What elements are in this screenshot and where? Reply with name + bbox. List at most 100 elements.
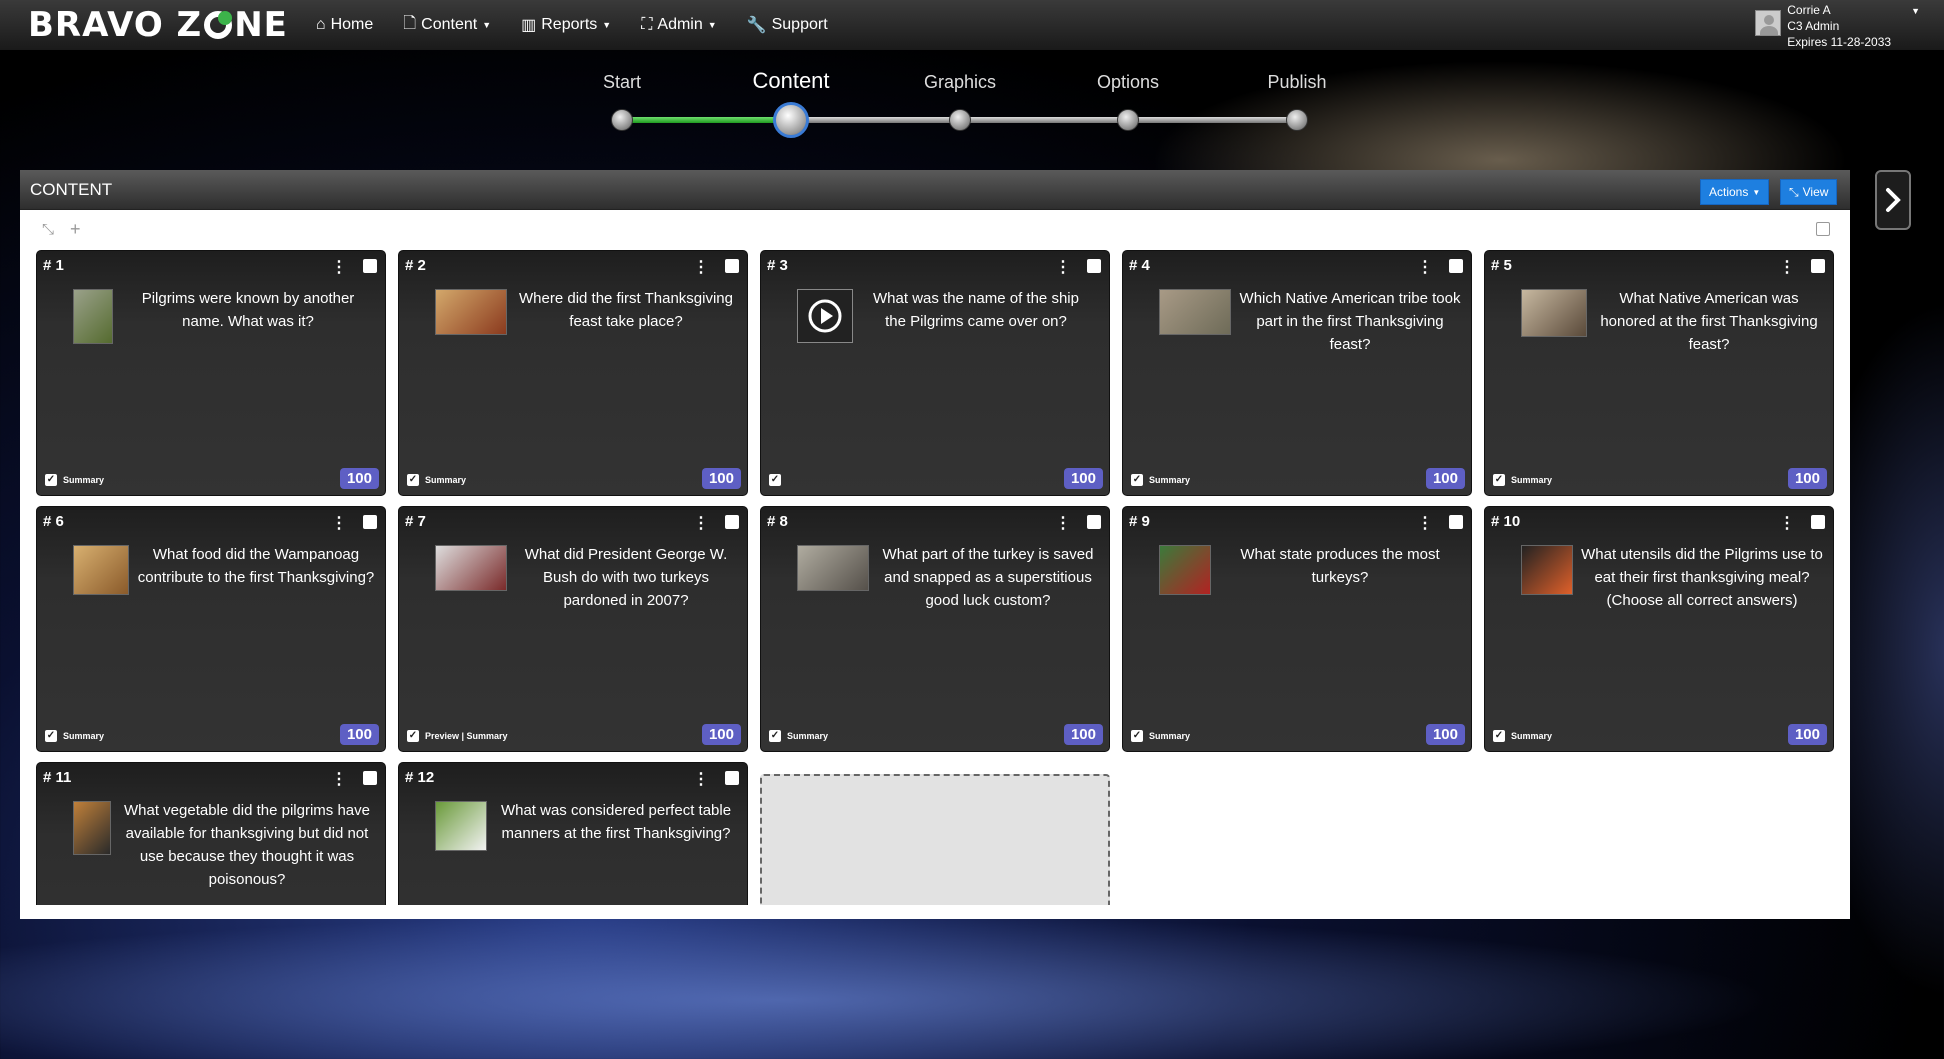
check-icon[interactable]: ✓ (407, 474, 419, 486)
content-card[interactable]: # 12 ⋮ What was considered perfect table m… (398, 762, 748, 905)
kebab-menu-icon[interactable]: ⋮ (331, 769, 347, 789)
content-card[interactable]: # 8 ⋮ What part of the turkey is saved and… (760, 506, 1110, 752)
panel-header: CONTENT (20, 170, 1850, 210)
nav-content[interactable]: 🗋 Content ▼ (403, 12, 491, 39)
card-select-checkbox[interactable] (1087, 259, 1101, 273)
add-content-card[interactable]: Click to add content (760, 774, 1110, 905)
card-number: # 2 (405, 257, 426, 274)
card-select-checkbox[interactable] (1087, 515, 1101, 529)
step-dot-content[interactable] (773, 102, 809, 138)
card-footer-label[interactable]: Summary (63, 475, 104, 485)
step-label-start[interactable]: Start (603, 72, 641, 93)
check-icon[interactable]: ✓ (45, 474, 57, 486)
kebab-menu-icon[interactable]: ⋮ (1055, 513, 1071, 533)
card-footer-label[interactable]: Summary (425, 475, 466, 485)
card-number: # 4 (1129, 257, 1150, 274)
panel-title: CONTENT (30, 179, 113, 199)
card-select-checkbox[interactable] (725, 771, 739, 785)
check-icon[interactable]: ✓ (1493, 730, 1505, 742)
card-select-checkbox[interactable] (725, 259, 739, 273)
content-grid: # 1 ⋮ Pilgrims were known by another name.… (36, 250, 1836, 905)
wrench-icon: 🔧 (746, 17, 767, 34)
plus-icon[interactable]: + (70, 219, 81, 240)
kebab-menu-icon[interactable]: ⋮ (331, 257, 347, 277)
card-select-checkbox[interactable] (1811, 515, 1825, 529)
card-footer-label[interactable]: Summary (1511, 731, 1552, 741)
nav-support[interactable]: 🔧 Support (747, 12, 828, 39)
card-select-checkbox[interactable] (1449, 515, 1463, 529)
panel-toolbar: ⤡ + (20, 210, 1850, 248)
content-card[interactable]: # 9 ⋮ What state produces the most turkeys… (1122, 506, 1472, 752)
step-dot-options[interactable] (1117, 109, 1139, 131)
content-card[interactable]: # 3 ⋮ What was the name of the ship the Pi… (760, 250, 1110, 496)
card-footer-label[interactable]: Summary (1149, 731, 1190, 741)
card-select-checkbox[interactable] (725, 515, 739, 529)
card-select-checkbox[interactable] (363, 259, 377, 273)
card-footer-label[interactable]: Summary (1149, 475, 1190, 485)
kebab-menu-icon[interactable]: ⋮ (1779, 257, 1795, 277)
check-icon[interactable]: ✓ (769, 474, 781, 486)
nav-home-label: Home (330, 16, 374, 33)
kebab-menu-icon[interactable]: ⋮ (693, 257, 709, 277)
select-all-checkbox[interactable] (1816, 222, 1830, 236)
points-badge: 100 (1063, 724, 1103, 745)
card-footer: ✓ Summary (769, 730, 828, 742)
home-icon: ⌂ (315, 16, 326, 33)
check-icon[interactable]: ✓ (1493, 474, 1505, 486)
content-card[interactable]: # 1 ⋮ Pilgrims were known by another name.… (36, 250, 386, 496)
check-icon[interactable]: ✓ (1131, 474, 1143, 486)
content-card[interactable]: # 5 ⋮ What Native American was honored at … (1484, 250, 1834, 496)
check-icon[interactable]: ✓ (769, 730, 781, 742)
content-card[interactable]: # 2 ⋮ Where did the first Thanksgiving fea… (398, 250, 748, 496)
step-label-graphics[interactable]: Graphics (924, 72, 996, 93)
card-select-checkbox[interactable] (1449, 259, 1463, 273)
nav-admin[interactable]: ⛶ Admin ▼ (641, 12, 716, 39)
actions-button[interactable]: Actions ▼ (1700, 179, 1770, 205)
content-card[interactable]: # 11 ⋮ What vegetable did the pilgrims hav… (36, 762, 386, 905)
user-menu[interactable]: Corrie A C3 Admin Expires 11-28-2033 ▼ (1755, 2, 1920, 50)
kebab-menu-icon[interactable]: ⋮ (1417, 257, 1433, 277)
user-expires: Expires 11-28-2033 (1787, 35, 1892, 49)
check-icon[interactable]: ✓ (1131, 730, 1143, 742)
step-dot-graphics[interactable] (949, 109, 971, 131)
kebab-menu-icon[interactable]: ⋮ (693, 513, 709, 533)
kebab-menu-icon[interactable]: ⋮ (693, 769, 709, 789)
check-icon[interactable]: ✓ (45, 730, 57, 742)
nav-reports-label: Reports (541, 16, 598, 33)
collapse-icon[interactable]: ⤡ (42, 221, 54, 238)
card-footer: ✓ (769, 474, 787, 486)
card-footer-label[interactable]: Summary (1511, 475, 1552, 485)
card-footer-label[interactable]: Summary (63, 731, 104, 741)
content-card[interactable]: # 4 ⋮ Which Native American tribe took par… (1122, 250, 1472, 496)
step-dot-start[interactable] (611, 109, 633, 131)
step-label-options[interactable]: Options (1097, 72, 1159, 93)
kebab-menu-icon[interactable]: ⋮ (1779, 513, 1795, 533)
side-panel-toggle[interactable] (1875, 170, 1911, 230)
caret-down-icon: ▼ (1911, 6, 1920, 16)
card-footer-label[interactable]: Preview | Summary (425, 731, 508, 741)
kebab-menu-icon[interactable]: ⋮ (331, 513, 347, 533)
card-number: # 1 (43, 257, 64, 274)
step-label-content[interactable]: Content (752, 68, 829, 94)
card-question: What did President George W. Bush do wit… (524, 546, 728, 609)
compress-icon: ⤡ (1789, 184, 1799, 199)
card-footer-label[interactable]: Summary (787, 731, 828, 741)
card-select-checkbox[interactable] (1811, 259, 1825, 273)
content-card[interactable]: # 10 ⋮ What utensils did the Pilgrims use … (1484, 506, 1834, 752)
step-dot-publish[interactable] (1286, 109, 1308, 131)
caret-down-icon: ▼ (602, 20, 612, 30)
video-play-icon (797, 289, 853, 343)
card-select-checkbox[interactable] (363, 515, 377, 529)
content-card[interactable]: # 6 ⋮ What food did the Wampanoag contribu… (36, 506, 386, 752)
bravozone-logo[interactable]: BRAVO Z NE (28, 5, 288, 45)
kebab-menu-icon[interactable]: ⋮ (1055, 257, 1071, 277)
step-label-publish[interactable]: Publish (1267, 72, 1326, 93)
photo-turkey-thumbnail (797, 545, 869, 591)
nav-home[interactable]: ⌂ Home (316, 12, 373, 39)
content-card[interactable]: # 7 ⋮ What did President George W. Bush do… (398, 506, 748, 752)
kebab-menu-icon[interactable]: ⋮ (1417, 513, 1433, 533)
card-select-checkbox[interactable] (363, 771, 377, 785)
nav-reports[interactable]: ▥ Reports ▼ (521, 12, 611, 39)
view-button[interactable]: ⤡ View (1780, 179, 1838, 205)
check-icon[interactable]: ✓ (407, 730, 419, 742)
